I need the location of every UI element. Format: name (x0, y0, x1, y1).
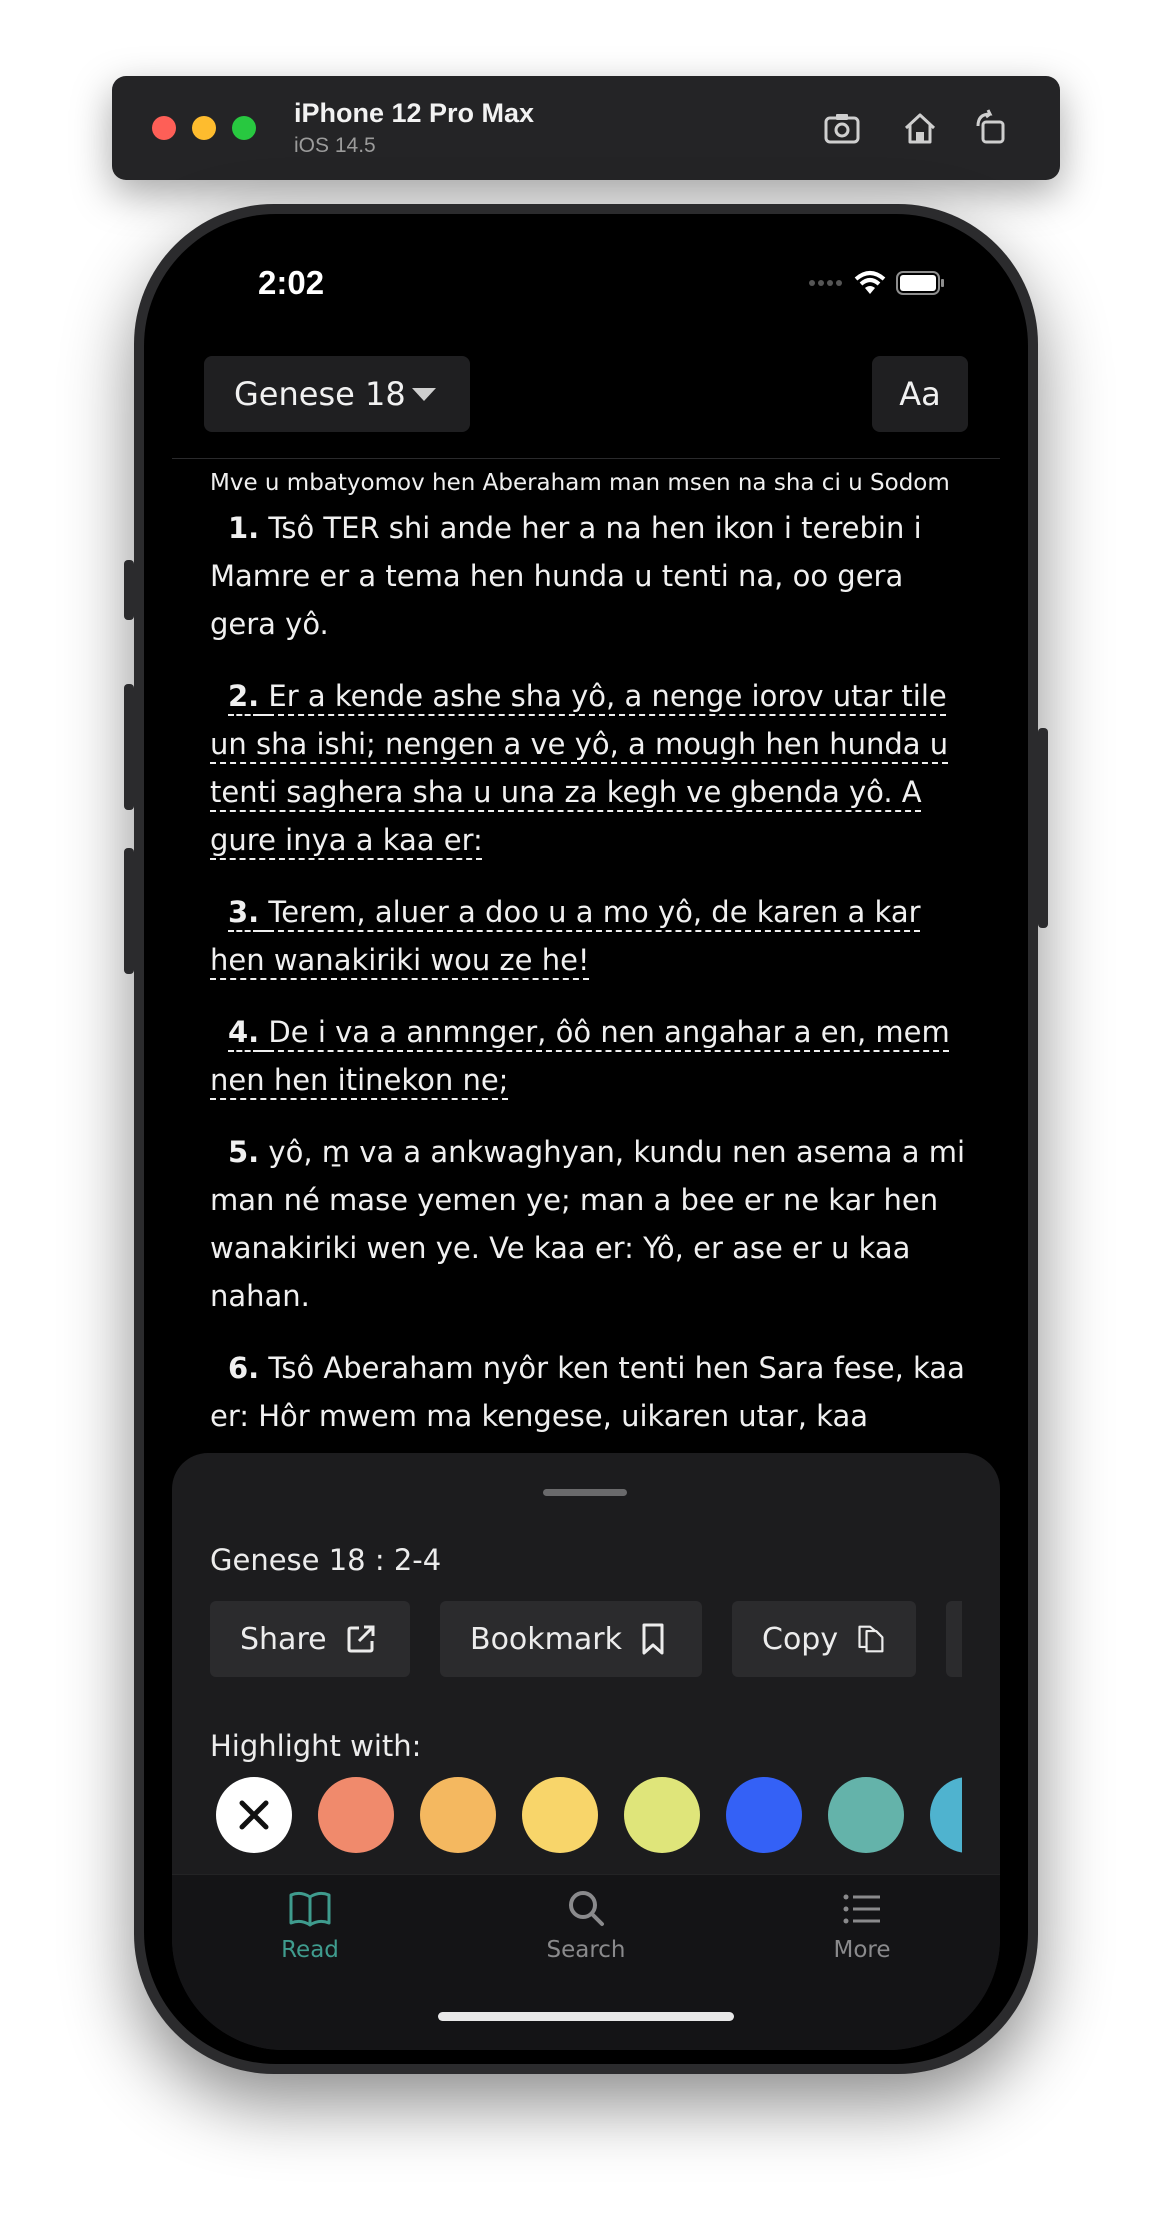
share-icon (347, 1625, 375, 1653)
tab-read[interactable]: Read (210, 1885, 410, 1963)
highlight-color-swatch[interactable] (930, 1777, 962, 1853)
highlight-color-swatch[interactable] (318, 1777, 394, 1853)
zoom-window-button[interactable] (232, 116, 256, 140)
power-button (1038, 728, 1048, 928)
highlight-color-swatch[interactable] (522, 1777, 598, 1853)
close-icon (239, 1800, 269, 1830)
status-time: 2:02 (258, 264, 325, 301)
rotate-icon[interactable] (970, 106, 1014, 150)
status-icons (808, 270, 946, 296)
chapter-text: Mve u mbatyomov hen Aberaham man msen na… (210, 464, 970, 1464)
highlight-color-swatch[interactable] (828, 1777, 904, 1853)
cellular-signal-icon (809, 280, 842, 286)
search-icon (569, 1891, 604, 1926)
highlight-color-swatch[interactable] (726, 1777, 802, 1853)
book-icon (289, 1891, 331, 1927)
bookmark-button[interactable]: Bookmark (440, 1601, 702, 1677)
volume-down-button (124, 848, 134, 974)
list-icon (843, 1894, 880, 1924)
screenshot-icon[interactable] (820, 106, 864, 150)
minimize-window-button[interactable] (192, 116, 216, 140)
more-actions-button[interactable] (946, 1601, 962, 1677)
font-settings-button[interactable]: Aa (872, 356, 968, 432)
verse-1[interactable]: 1. Tsô TER shi ande her a na hen ikon i … (210, 504, 970, 648)
sheet-drag-handle[interactable] (543, 1489, 627, 1496)
book-chapter-selector[interactable]: Genese 18 (204, 356, 470, 432)
tab-more[interactable]: More (762, 1885, 962, 1963)
share-button[interactable]: Share (210, 1601, 410, 1677)
verse-6[interactable]: 6. Tsô Aberaham nyôr ken tenti hen Sara … (210, 1344, 970, 1440)
copy-button[interactable]: Copy (732, 1601, 916, 1677)
wifi-icon (854, 271, 886, 294)
action-buttons-row[interactable]: Share Bookmark Copy (210, 1601, 962, 1679)
verse-2[interactable]: 2. Er a kende ashe sha yô, a nenge iorov… (210, 672, 970, 864)
close-window-button[interactable] (152, 116, 176, 140)
highlight-color-row[interactable] (210, 1775, 962, 1855)
bookmark-icon (642, 1623, 664, 1655)
notch (384, 228, 788, 304)
device-name: iPhone 12 Pro Max (294, 98, 535, 128)
highlight-color-swatch[interactable] (624, 1777, 700, 1853)
battery-icon (896, 271, 944, 295)
tab-search[interactable]: Search (486, 1885, 686, 1963)
simulator-title-bar: iPhone 12 Pro Max iOS 14.5 (112, 76, 1060, 180)
chevron-down-icon (412, 388, 436, 401)
verse-5[interactable]: 5. yô, m̱ va a ankwaghyan, kundu nen ase… (210, 1128, 970, 1320)
device-screen: 2:02 Genese 18 Aa Mve u mbatyomov hen Ab… (172, 228, 1000, 2050)
tab-bar: Read Search More (172, 1874, 1000, 2050)
home-icon[interactable] (898, 106, 942, 150)
clear-highlight-button[interactable] (216, 1777, 292, 1853)
book-chapter-label: Genese 18 (234, 375, 406, 413)
reader-header: Genese 18 Aa (172, 342, 1000, 459)
volume-up-button (124, 684, 134, 810)
verse-4[interactable]: 4. De i va a anmnger, ôô nen angahar a e… (210, 1008, 970, 1104)
verse-3[interactable]: 3. Terem, aluer a doo u a mo yô, de kare… (210, 888, 970, 984)
highlight-label: Highlight with: (210, 1729, 422, 1763)
copy-icon (858, 1625, 884, 1653)
home-indicator (438, 2012, 734, 2021)
os-version: iOS 14.5 (294, 134, 376, 157)
highlight-color-swatch[interactable] (420, 1777, 496, 1853)
section-heading: Mve u mbatyomov hen Aberaham man msen na… (210, 470, 950, 496)
silent-switch (124, 560, 134, 620)
selected-reference: Genese 18 : 2-4 (210, 1543, 442, 1577)
